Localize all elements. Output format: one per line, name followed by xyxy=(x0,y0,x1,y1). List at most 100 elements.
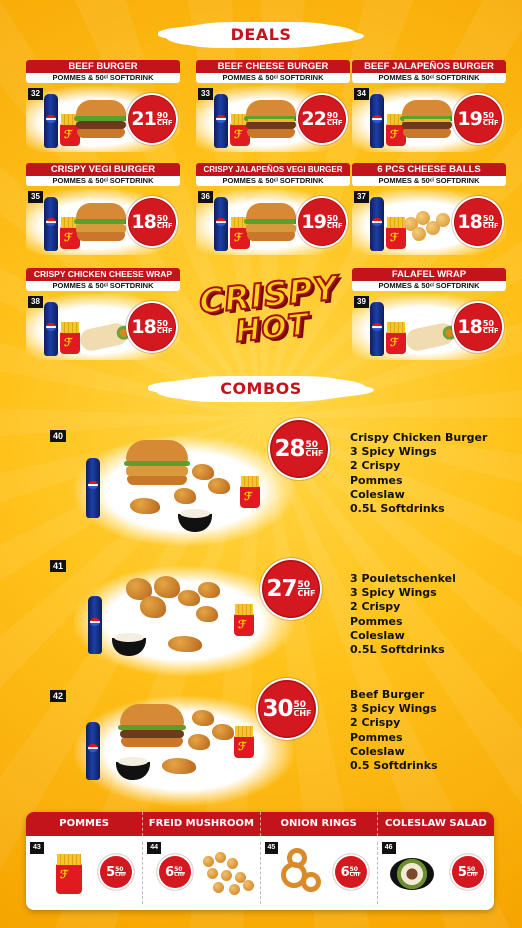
deal-card-37[interactable]: 6 PCS CHEESE BALLS POMMES & 50ᶜˡ SOFTDRI… xyxy=(352,163,506,255)
item-number: 35 xyxy=(28,191,43,203)
combo-card-41[interactable]: 41 2750CHF 3 Pouletschenkel 3 Spicy Wing… xyxy=(50,558,510,680)
crispy-burger-icon xyxy=(74,203,128,243)
item-number: 34 xyxy=(354,88,369,100)
fries-icon xyxy=(386,217,406,249)
salad-icon xyxy=(389,858,434,890)
cola-bottle-icon xyxy=(86,722,100,780)
combo-item: Coleslaw xyxy=(350,487,405,501)
burger-icon xyxy=(118,704,186,752)
deal-card-36[interactable]: CRISPY JALAPEÑOS VEGI BURGER POMMES & 50… xyxy=(196,163,350,255)
price-badge: 18 50 CHF xyxy=(126,301,178,353)
deal-title: BEEF JALAPEÑOS BURGER xyxy=(352,60,506,73)
deal-title: BEEF CHEESE BURGER xyxy=(196,60,350,73)
combo-item: Pommes xyxy=(350,614,403,628)
item-number: 38 xyxy=(28,296,43,308)
price-badge: 21 90 CHF xyxy=(126,93,178,145)
cola-bottle-icon xyxy=(86,458,100,518)
coleslaw-bowl-icon xyxy=(112,633,146,656)
side-item-44[interactable]: 44 6 50 CHF xyxy=(143,842,261,904)
wing-icon xyxy=(208,478,230,494)
fries-icon xyxy=(234,604,254,636)
side-title: FREID MUSHROOM xyxy=(143,812,261,836)
burger-icon xyxy=(124,440,190,488)
price-badge: 27 50 CHF xyxy=(260,558,322,620)
deal-card-32[interactable]: BEEF BURGER POMMES & 50ᶜˡ SOFTDRINK 32 2… xyxy=(26,60,180,152)
jalapeno-burger-icon xyxy=(400,100,454,140)
deal-image: 39 1850CHF xyxy=(352,294,506,360)
combo-card-40[interactable]: 40 2850CHF Crispy Chicken Burger 3 Spicy… xyxy=(50,418,510,550)
deal-card-35[interactable]: CRISPY VEGI BURGER POMMES & 50ᶜˡ SOFTDRI… xyxy=(26,163,180,255)
combo-item: Crispy Chicken Burger xyxy=(350,431,488,444)
coleslaw-bowl-icon xyxy=(178,509,212,532)
deal-image: 36 1950CHF xyxy=(196,189,350,255)
wing-icon xyxy=(196,606,218,622)
drumstick-icon xyxy=(154,576,180,598)
combos-heading: COMBOS xyxy=(166,376,356,402)
deal-title: CRISPY CHICKEN CHEESE WRAP xyxy=(26,268,180,281)
fries-icon xyxy=(386,322,406,354)
coleslaw-bowl-icon xyxy=(116,757,150,780)
combo-items: 3 Pouletschenkel 3 Spicy Wings 2 Crispy … xyxy=(350,572,456,657)
item-number: 37 xyxy=(354,191,369,203)
price-badge: 6 50 CHF xyxy=(157,854,194,890)
cola-bottle-icon xyxy=(44,302,58,356)
price-badge: 18 50 CHF xyxy=(452,196,504,248)
item-number: 36 xyxy=(198,191,213,203)
combo-item: 2 Crispy xyxy=(350,600,401,614)
sides-panel: POMMES FREID MUSHROOM ONION RINGS COLESL… xyxy=(26,812,494,910)
combo-item: Coleslaw xyxy=(350,628,405,642)
item-number: 41 xyxy=(50,560,67,572)
combo-items: Crispy Chicken Burger 3 Spicy Wings 2 Cr… xyxy=(350,431,487,516)
deal-card-34[interactable]: BEEF JALAPEÑOS BURGER POMMES & 50ᶜˡ SOFT… xyxy=(352,60,506,152)
wing-icon xyxy=(174,488,196,504)
item-number: 44 xyxy=(147,842,162,854)
combo-item: Pommes xyxy=(350,473,403,487)
deal-card-39[interactable]: FALAFEL WRAP POMMES & 50ᶜˡ SOFTDRINK 39 … xyxy=(352,268,506,360)
crispy-strip-icon xyxy=(168,636,202,652)
price-badge: 19 50 CHF xyxy=(296,196,348,248)
combo-item: 0.5L Softdrinks xyxy=(350,643,445,657)
deal-title: FALAFEL WRAP xyxy=(352,268,506,281)
cola-bottle-icon xyxy=(88,596,102,654)
price-badge: 19 50 CHF xyxy=(452,93,504,145)
crispy-hot-logo: CRISPY HOT xyxy=(196,267,341,351)
fries-icon xyxy=(60,322,80,354)
side-item-43[interactable]: 43 550CHF xyxy=(26,842,144,904)
item-number: 43 xyxy=(30,842,44,854)
drumstick-icon xyxy=(140,596,166,618)
deal-subtitle: POMMES & 50ᶜˡ SOFTDRINK xyxy=(26,176,180,186)
deal-image: 34 1950CHF xyxy=(352,86,506,152)
wing-icon xyxy=(178,590,200,606)
combo-item: 3 Spicy Wings xyxy=(350,586,437,600)
cola-bottle-icon xyxy=(370,94,384,148)
cola-bottle-icon xyxy=(44,197,58,251)
deal-card-33[interactable]: BEEF CHEESE BURGER POMMES & 50ᶜˡ SOFTDRI… xyxy=(196,60,350,152)
item-number: 39 xyxy=(354,296,369,308)
wing-icon xyxy=(198,582,220,598)
wing-icon xyxy=(192,710,214,726)
deal-card-38[interactable]: CRISPY CHICKEN CHEESE WRAP POMMES & 50ᶜˡ… xyxy=(26,268,180,360)
cola-bottle-icon xyxy=(370,197,384,251)
side-item-46[interactable]: 46 5 50 CHF xyxy=(378,842,494,904)
combo-item: Beef Burger xyxy=(350,688,425,701)
deal-title: 6 PCS CHEESE BALLS xyxy=(352,163,506,176)
cola-bottle-icon xyxy=(214,197,228,251)
burger-icon xyxy=(74,100,128,140)
deal-image: 38 1850CHF xyxy=(26,294,180,360)
side-item-45[interactable]: 45 6 50 CHF xyxy=(261,842,378,904)
combo-item: Coleslaw xyxy=(350,744,405,758)
item-number: 45 xyxy=(264,842,279,854)
combo-items: Beef Burger 3 Spicy Wings 2 Crispy Pomme… xyxy=(350,688,438,773)
combo-item: 3 Pouletschenkel xyxy=(350,572,456,585)
fries-icon xyxy=(240,476,260,508)
price-badge: 22 90 CHF xyxy=(296,93,348,145)
item-number: 46 xyxy=(381,842,396,854)
item-number: 32 xyxy=(28,88,43,100)
item-number: 40 xyxy=(50,430,67,442)
deal-subtitle: POMMES & 50ᶜˡ SOFTDRINK xyxy=(26,281,180,291)
crispy-burger-icon xyxy=(244,203,298,243)
price-badge: 28 50 CHF xyxy=(268,418,330,480)
combo-item: 2 Crispy xyxy=(350,716,401,730)
combo-card-42[interactable]: 42 3050CHF Beef Burger 3 Spicy Wings 2 C… xyxy=(50,678,510,810)
deal-image: 35 1850CHF xyxy=(26,189,180,255)
